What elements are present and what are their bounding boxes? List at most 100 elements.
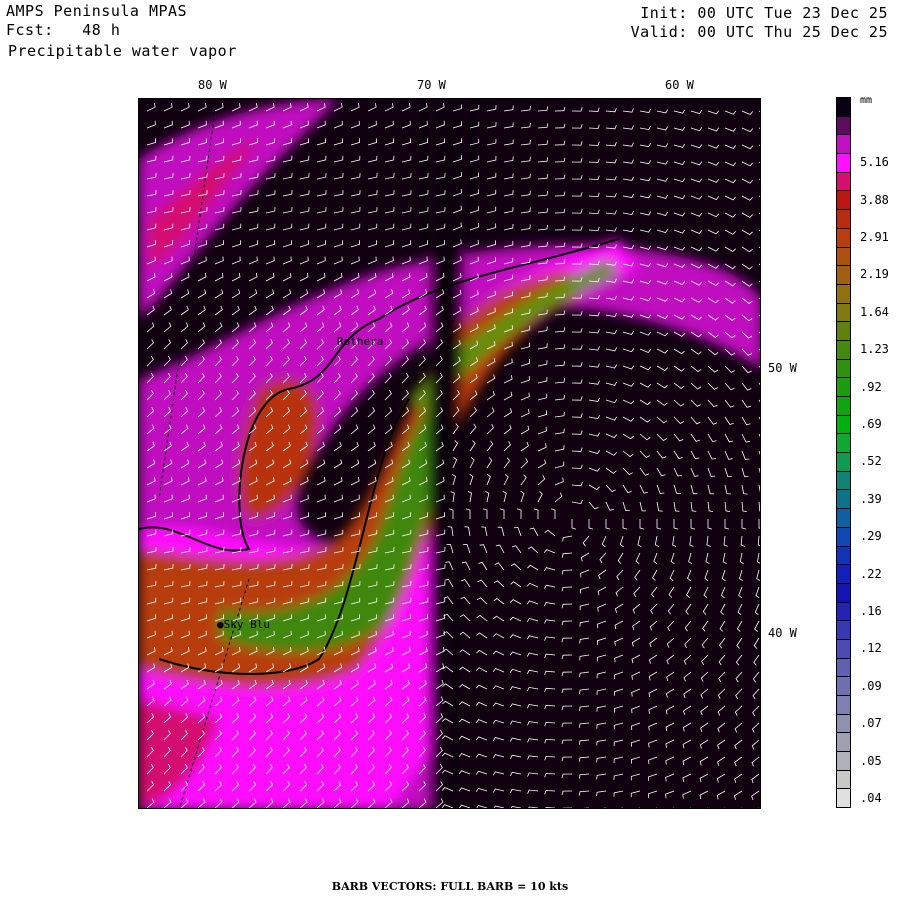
wind-barb [282, 173, 293, 180]
wind-barb [605, 484, 616, 493]
wind-barb [475, 736, 488, 741]
colorbar-swatch [836, 154, 851, 173]
wind-barb [596, 790, 607, 797]
wind-barb [544, 738, 556, 744]
wind-barb [486, 473, 491, 486]
wind-barb [503, 457, 511, 469]
wind-barb [690, 382, 702, 390]
wind-barb [588, 175, 600, 180]
wind-barb [580, 552, 590, 562]
wind-barb [475, 701, 488, 707]
wind-barb [666, 654, 675, 665]
wind-barb [758, 110, 760, 112]
wind-barb [736, 637, 743, 649]
wind-barb [599, 552, 607, 564]
wind-barb [367, 459, 377, 469]
wind-barb [632, 620, 641, 631]
wind-barb [588, 311, 600, 317]
wind-barb [638, 807, 640, 808]
station-sky-blu-label: Sky Blu [223, 618, 270, 631]
wind-barb [720, 586, 726, 599]
wind-barb [734, 756, 743, 767]
wind-barb [384, 120, 394, 129]
wind-barb [717, 705, 726, 716]
wind-barb [670, 552, 675, 565]
wind-barb [544, 619, 556, 624]
wind-barb [282, 256, 292, 265]
wind-barb [622, 382, 635, 387]
wind-barb [510, 754, 522, 759]
wind-barb [282, 155, 293, 163]
wind-barb [316, 512, 327, 520]
wind-barb [718, 671, 726, 683]
wind-barb [561, 688, 573, 694]
wind-barb [561, 705, 573, 711]
wind-barb [758, 195, 760, 198]
wind-barb [299, 207, 310, 214]
wind-barb [418, 138, 429, 146]
colorbar-swatch [836, 284, 851, 304]
wind-barb [741, 484, 748, 495]
wind-barb [754, 603, 760, 616]
wind-barb [458, 753, 471, 758]
wind-barb [598, 569, 607, 580]
wind-barb [690, 501, 697, 512]
wind-barb [736, 620, 743, 632]
wind-barb [741, 807, 742, 808]
wind-barb [571, 499, 583, 505]
wind-barb [667, 603, 675, 615]
wind-barb [571, 209, 583, 214]
wind-barb [615, 586, 624, 597]
wind-barb [482, 508, 488, 519]
colorbar-label: .29 [860, 529, 882, 544]
wind-barb [666, 671, 675, 682]
wind-barb [554, 492, 563, 503]
wind-barb [401, 173, 412, 180]
wind-barb [755, 586, 760, 599]
wind-barb [656, 246, 669, 251]
wind-barb [520, 474, 527, 486]
wind-barb [683, 654, 692, 665]
wind-barb [516, 508, 522, 519]
station-dot-icon: ● [217, 618, 224, 631]
wind-barb [163, 339, 171, 350]
wind-barb [299, 240, 310, 248]
wind-barb [520, 490, 525, 503]
wind-barb [673, 331, 685, 337]
colorbar-swatch [836, 434, 851, 454]
wind-barb [686, 586, 692, 598]
wind-barb [716, 773, 726, 783]
wind-barb [578, 756, 590, 762]
wind-barb [503, 122, 514, 129]
wind-barb [724, 433, 734, 443]
wind-barb [631, 637, 641, 647]
wind-barb [527, 789, 539, 794]
wind-barb [492, 719, 505, 724]
wind-barb [752, 671, 760, 683]
wind-barb [682, 756, 692, 766]
colorbar-label: .12 [860, 641, 882, 656]
wind-barb [554, 394, 565, 401]
wind-barb [741, 212, 753, 218]
wind-barb [418, 173, 429, 180]
wind-barb [656, 365, 668, 371]
colorbar-label: 3.88 [860, 192, 889, 207]
wind-barb [622, 365, 635, 370]
wind-barb [721, 569, 726, 582]
wind-barb [503, 173, 514, 180]
wind-barb [418, 223, 429, 231]
wind-barb [214, 289, 224, 299]
wind-barb [724, 144, 737, 149]
wind-barb [690, 399, 701, 407]
wind-barb [656, 109, 669, 114]
wind-barb [520, 173, 531, 180]
wind-barb [619, 535, 624, 548]
wind-barb [503, 474, 509, 486]
wind-barb [316, 120, 326, 129]
wind-barb [571, 430, 583, 435]
wind-barb [350, 240, 361, 248]
colorbar-label: .39 [860, 491, 882, 506]
field-name: Precipitable water vapor [8, 42, 237, 60]
wind-barb [180, 305, 189, 316]
wind-barb [682, 739, 692, 749]
